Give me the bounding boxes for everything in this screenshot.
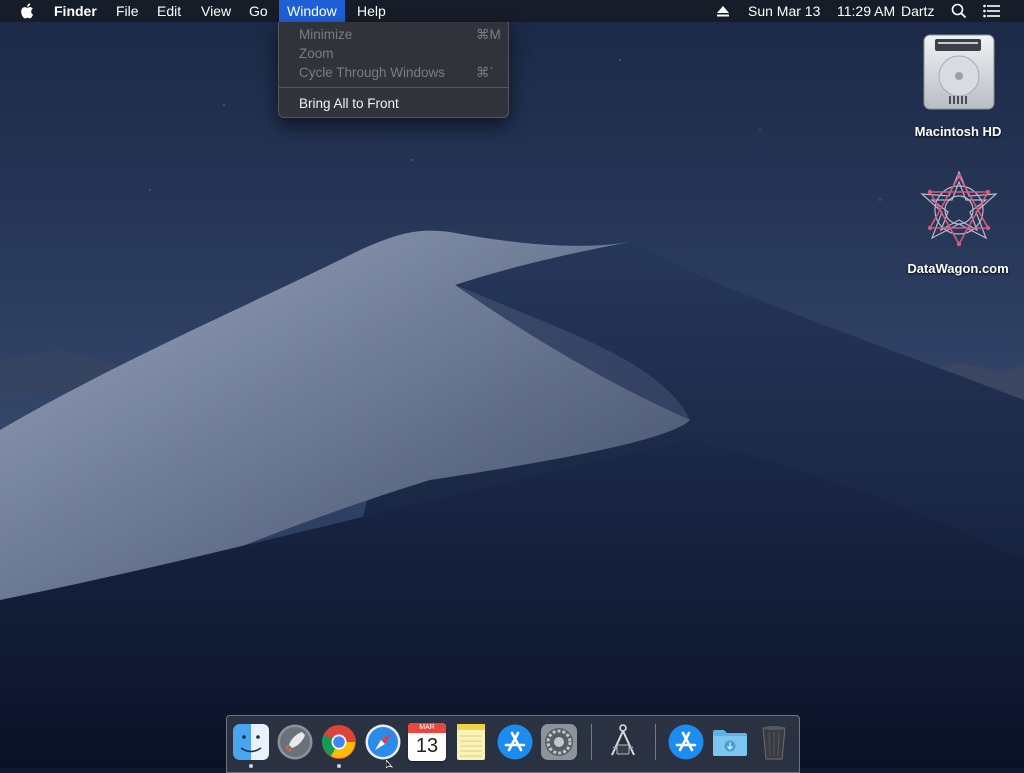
menu-file[interactable]: File [116,0,139,22]
menu-time[interactable]: 11:29 AM [837,0,895,22]
app-store-icon[interactable] [496,723,534,761]
menu-item-label: Zoom [299,46,334,61]
menu-window[interactable]: Window [279,0,345,22]
launchpad-icon[interactable] [276,723,314,761]
notification-center-icon[interactable] [983,4,1001,18]
finder-icon[interactable] [232,723,270,761]
menu-separator [279,87,508,88]
spotlight-icon[interactable] [951,3,967,19]
menu-item-label: Minimize [299,27,353,42]
safari-icon[interactable] [364,723,402,761]
calendar-month: MAR [408,723,446,733]
menu-bar: Finder File Edit View Go Window Help Sun… [0,0,1024,22]
menu-item-label: Bring All to Front [299,96,399,111]
chrome-icon[interactable] [320,723,358,761]
desktop-icon-label: Macintosh HD [914,124,1002,139]
downloads-folder-icon[interactable] [711,723,749,761]
menu-go[interactable]: Go [249,0,268,22]
dock-separator [655,724,656,760]
app-store-icon[interactable] [667,723,705,761]
menu-view[interactable]: View [201,0,231,22]
calendar-day: 13 [415,735,439,757]
menu-edit[interactable]: Edit [157,0,181,22]
apple-icon[interactable] [20,3,34,19]
menu-date[interactable]: Sun Mar 13 [748,0,820,22]
menu-user[interactable]: Dartz [901,0,934,22]
system-preferences-icon[interactable] [540,723,578,761]
menu-item-minimize[interactable]: Minimize ⌘M [279,25,508,44]
desktop-wallpaper [0,0,1024,768]
menu-item-shortcut: ⌘` [476,65,494,80]
desktop-icon-macintosh-hd[interactable]: Macintosh HD [888,30,1024,145]
star-pattern-icon [920,170,998,247]
hard-drive-icon [923,34,995,110]
eject-icon[interactable] [716,5,730,17]
directory-utility-icon[interactable] [604,723,642,761]
menu-finder[interactable]: Finder [54,0,97,22]
mouse-cursor-icon [386,760,394,768]
desktop-icon-label: DataWagon.com [907,261,1009,276]
menu-item-label: Cycle Through Windows [299,65,446,80]
menu-item-zoom[interactable]: Zoom [279,44,508,63]
running-indicator [337,764,341,768]
trash-icon[interactable] [755,723,793,761]
window-menu-dropdown: Minimize ⌘M Zoom Cycle Through Windows ⌘… [278,22,509,118]
calendar-icon[interactable]: MAR 13 [408,723,446,761]
dock-separator [591,724,592,760]
menu-item-cycle-windows[interactable]: Cycle Through Windows ⌘` [279,63,508,82]
notes-icon[interactable] [452,723,490,761]
menu-item-bring-all-to-front[interactable]: Bring All to Front [279,94,508,113]
dock: MAR 13 [226,715,800,773]
desktop-icon-datawagon[interactable]: DataWagon.com [888,166,1024,281]
running-indicator [249,764,253,768]
menu-help[interactable]: Help [357,0,386,22]
menu-item-shortcut: ⌘M [476,27,501,42]
